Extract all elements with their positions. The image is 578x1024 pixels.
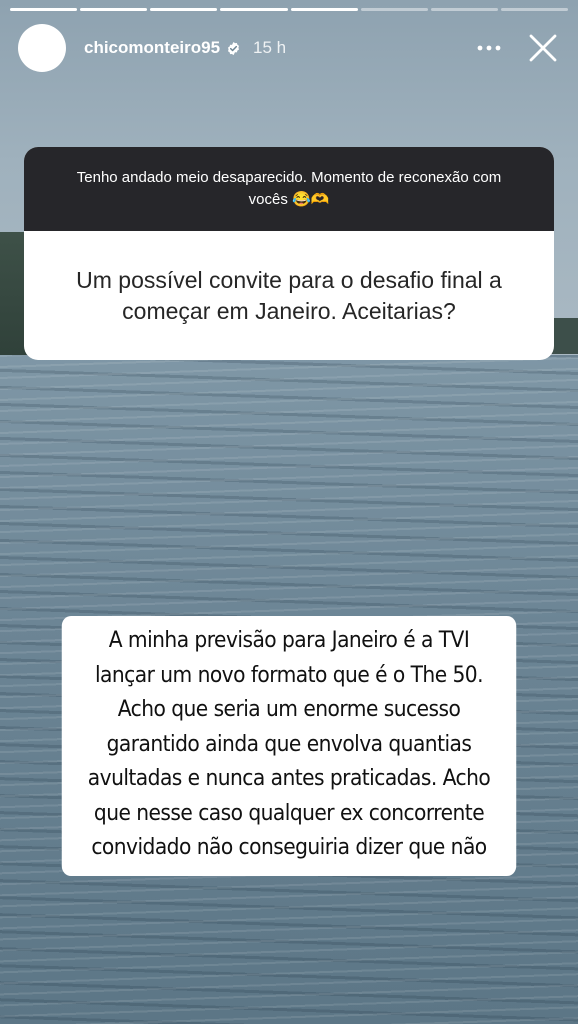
answer-line: Acho que seria um enorme sucesso — [117, 697, 461, 722]
close-icon[interactable] — [526, 31, 560, 65]
story-header: chicomonteiro95 15 h — [18, 22, 560, 74]
progress-segment — [430, 8, 498, 11]
avatar[interactable] — [18, 24, 66, 72]
answer-line: A minha previsão para Janeiro é a TVI — [108, 628, 470, 653]
answer-line: garantido ainda que envolva quantias — [106, 731, 472, 757]
progress-segment — [10, 8, 78, 11]
answer-line: lançar um novo formato que é o The 50. — [94, 662, 484, 688]
answer-line: convidado não conseguiria dizer que não — [91, 835, 487, 860]
progress-segment — [290, 8, 358, 11]
progress-segment — [500, 8, 568, 11]
time-ago: 15 h — [253, 38, 287, 57]
question-sticker-prompt: Tenho andado meio desaparecido. Momento … — [24, 147, 554, 231]
progress-segment — [80, 8, 148, 11]
question-sticker-question: Um possível convite para o desafio final… — [76, 266, 502, 324]
answer-text-box: A minha previsão para Janeiro é a TVI la… — [61, 616, 517, 876]
progress-segment — [150, 8, 218, 11]
verified-badge-icon — [228, 41, 240, 55]
answer-line: que nesse caso qualquer ex concorrente — [93, 800, 485, 826]
username[interactable]: chicomonteiro95 — [84, 38, 220, 58]
story-progress-bar — [10, 8, 568, 11]
progress-segment — [220, 8, 288, 11]
more-options-icon[interactable] — [474, 33, 504, 63]
question-sticker[interactable]: Tenho andado meio desaparecido. Momento … — [24, 147, 554, 360]
answer-line: avultadas e nunca antes praticadas. Acho — [87, 766, 491, 791]
progress-segment — [360, 8, 428, 11]
